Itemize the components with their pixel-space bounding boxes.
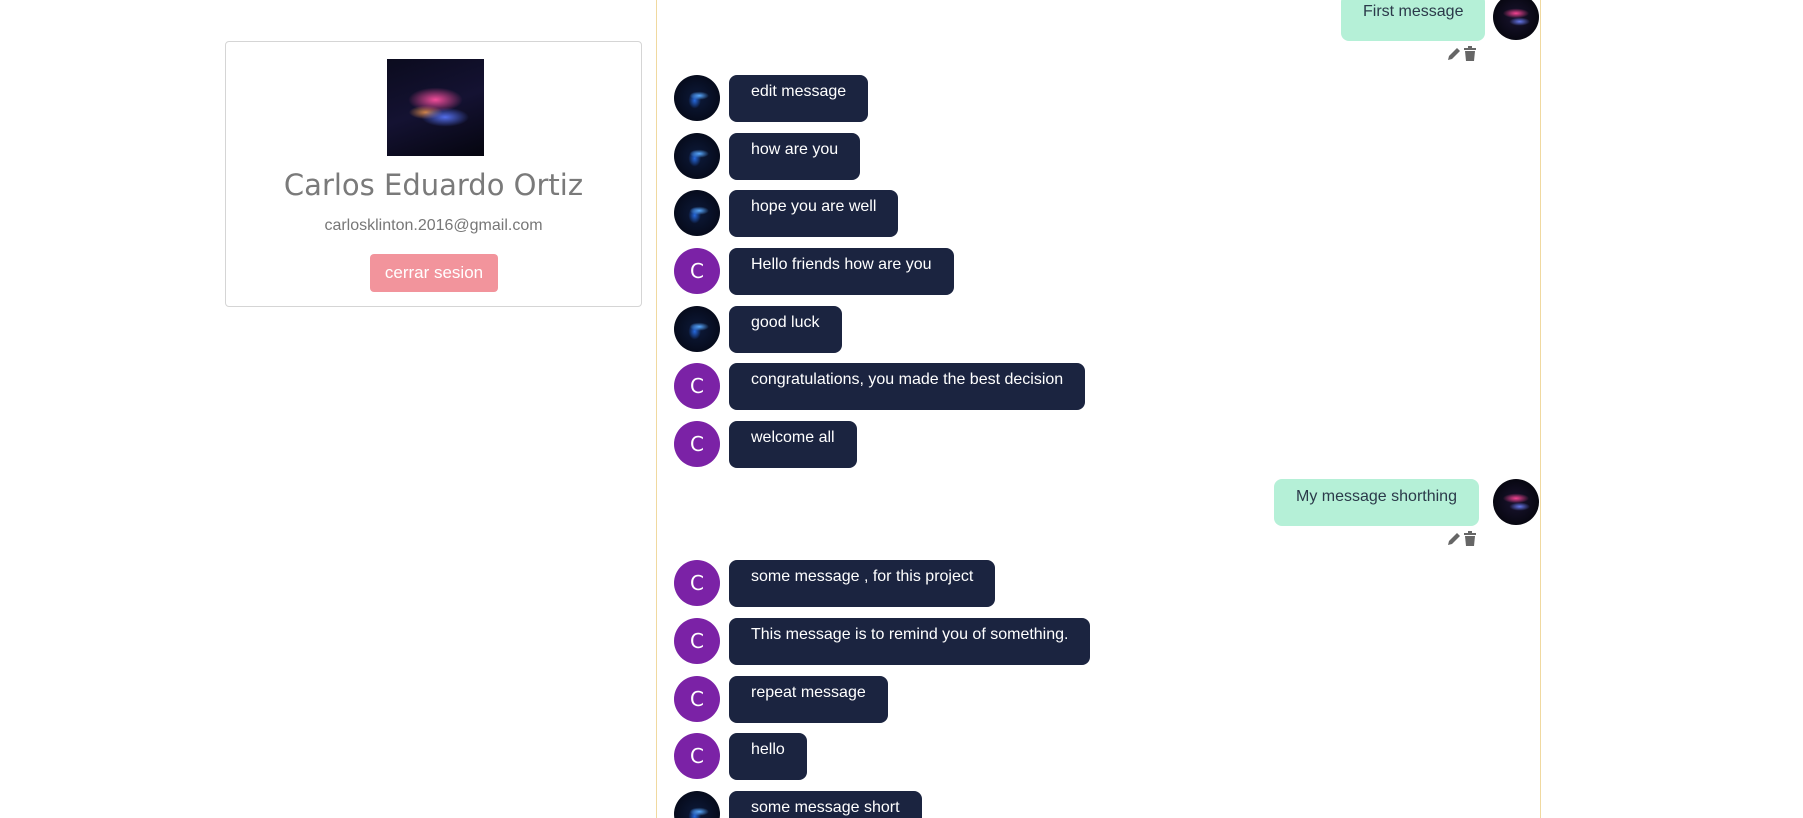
trash-icon[interactable] — [1463, 531, 1477, 547]
message-bubble: hello — [729, 733, 807, 780]
message-bubble: First message — [1341, 0, 1486, 41]
trash-icon[interactable] — [1463, 46, 1477, 62]
logout-button[interactable]: cerrar sesion — [370, 254, 498, 292]
profile-name: Carlos Eduardo Ortiz — [283, 168, 584, 202]
sender-avatar — [674, 133, 720, 179]
message-bubble: welcome all — [729, 421, 857, 468]
message-bubble: Hello friends how are you — [729, 248, 954, 295]
sender-avatar — [674, 791, 720, 818]
message-bubble: repeat message — [729, 676, 888, 723]
sender-avatar: C — [674, 676, 720, 722]
message-bubble: congratulations, you made the best decis… — [729, 363, 1086, 410]
message-actions — [1446, 531, 1480, 547]
chat-page: Carlos Eduardo Ortiz carlosklinton.2016@… — [0, 0, 1803, 818]
message-bubble: This message is to remind you of somethi… — [729, 618, 1091, 665]
message-bubble: some message short — [729, 791, 922, 818]
sender-avatar: C — [674, 733, 720, 779]
profile-email: carlosklinton.2016@gmail.com — [324, 217, 543, 234]
message-bubble: edit message — [729, 75, 869, 122]
sender-avatar — [674, 190, 720, 236]
user-avatar — [1493, 0, 1539, 40]
pencil-icon[interactable] — [1446, 531, 1462, 547]
message-actions — [1446, 46, 1480, 62]
pencil-icon[interactable] — [1446, 46, 1462, 62]
profile-card: Carlos Eduardo Ortiz carlosklinton.2016@… — [225, 41, 642, 307]
message-bubble: good luck — [729, 306, 842, 353]
message-bubble: hope you are well — [729, 190, 899, 237]
message-bubble: My message shorthing — [1274, 479, 1479, 526]
message-bubble: how are you — [729, 133, 861, 180]
sender-avatar: C — [674, 421, 720, 467]
sender-avatar — [674, 306, 720, 352]
sender-avatar: C — [674, 560, 720, 606]
sender-avatar: C — [674, 248, 720, 294]
chat-panel[interactable]: First message edit message how are you h… — [656, 0, 1541, 818]
message-bubble: some message , for this project — [729, 560, 996, 607]
sender-avatar — [674, 75, 720, 121]
user-avatar — [1493, 479, 1539, 525]
profile-avatar — [387, 59, 484, 156]
sender-avatar: C — [674, 618, 720, 664]
sender-avatar: C — [674, 363, 720, 409]
